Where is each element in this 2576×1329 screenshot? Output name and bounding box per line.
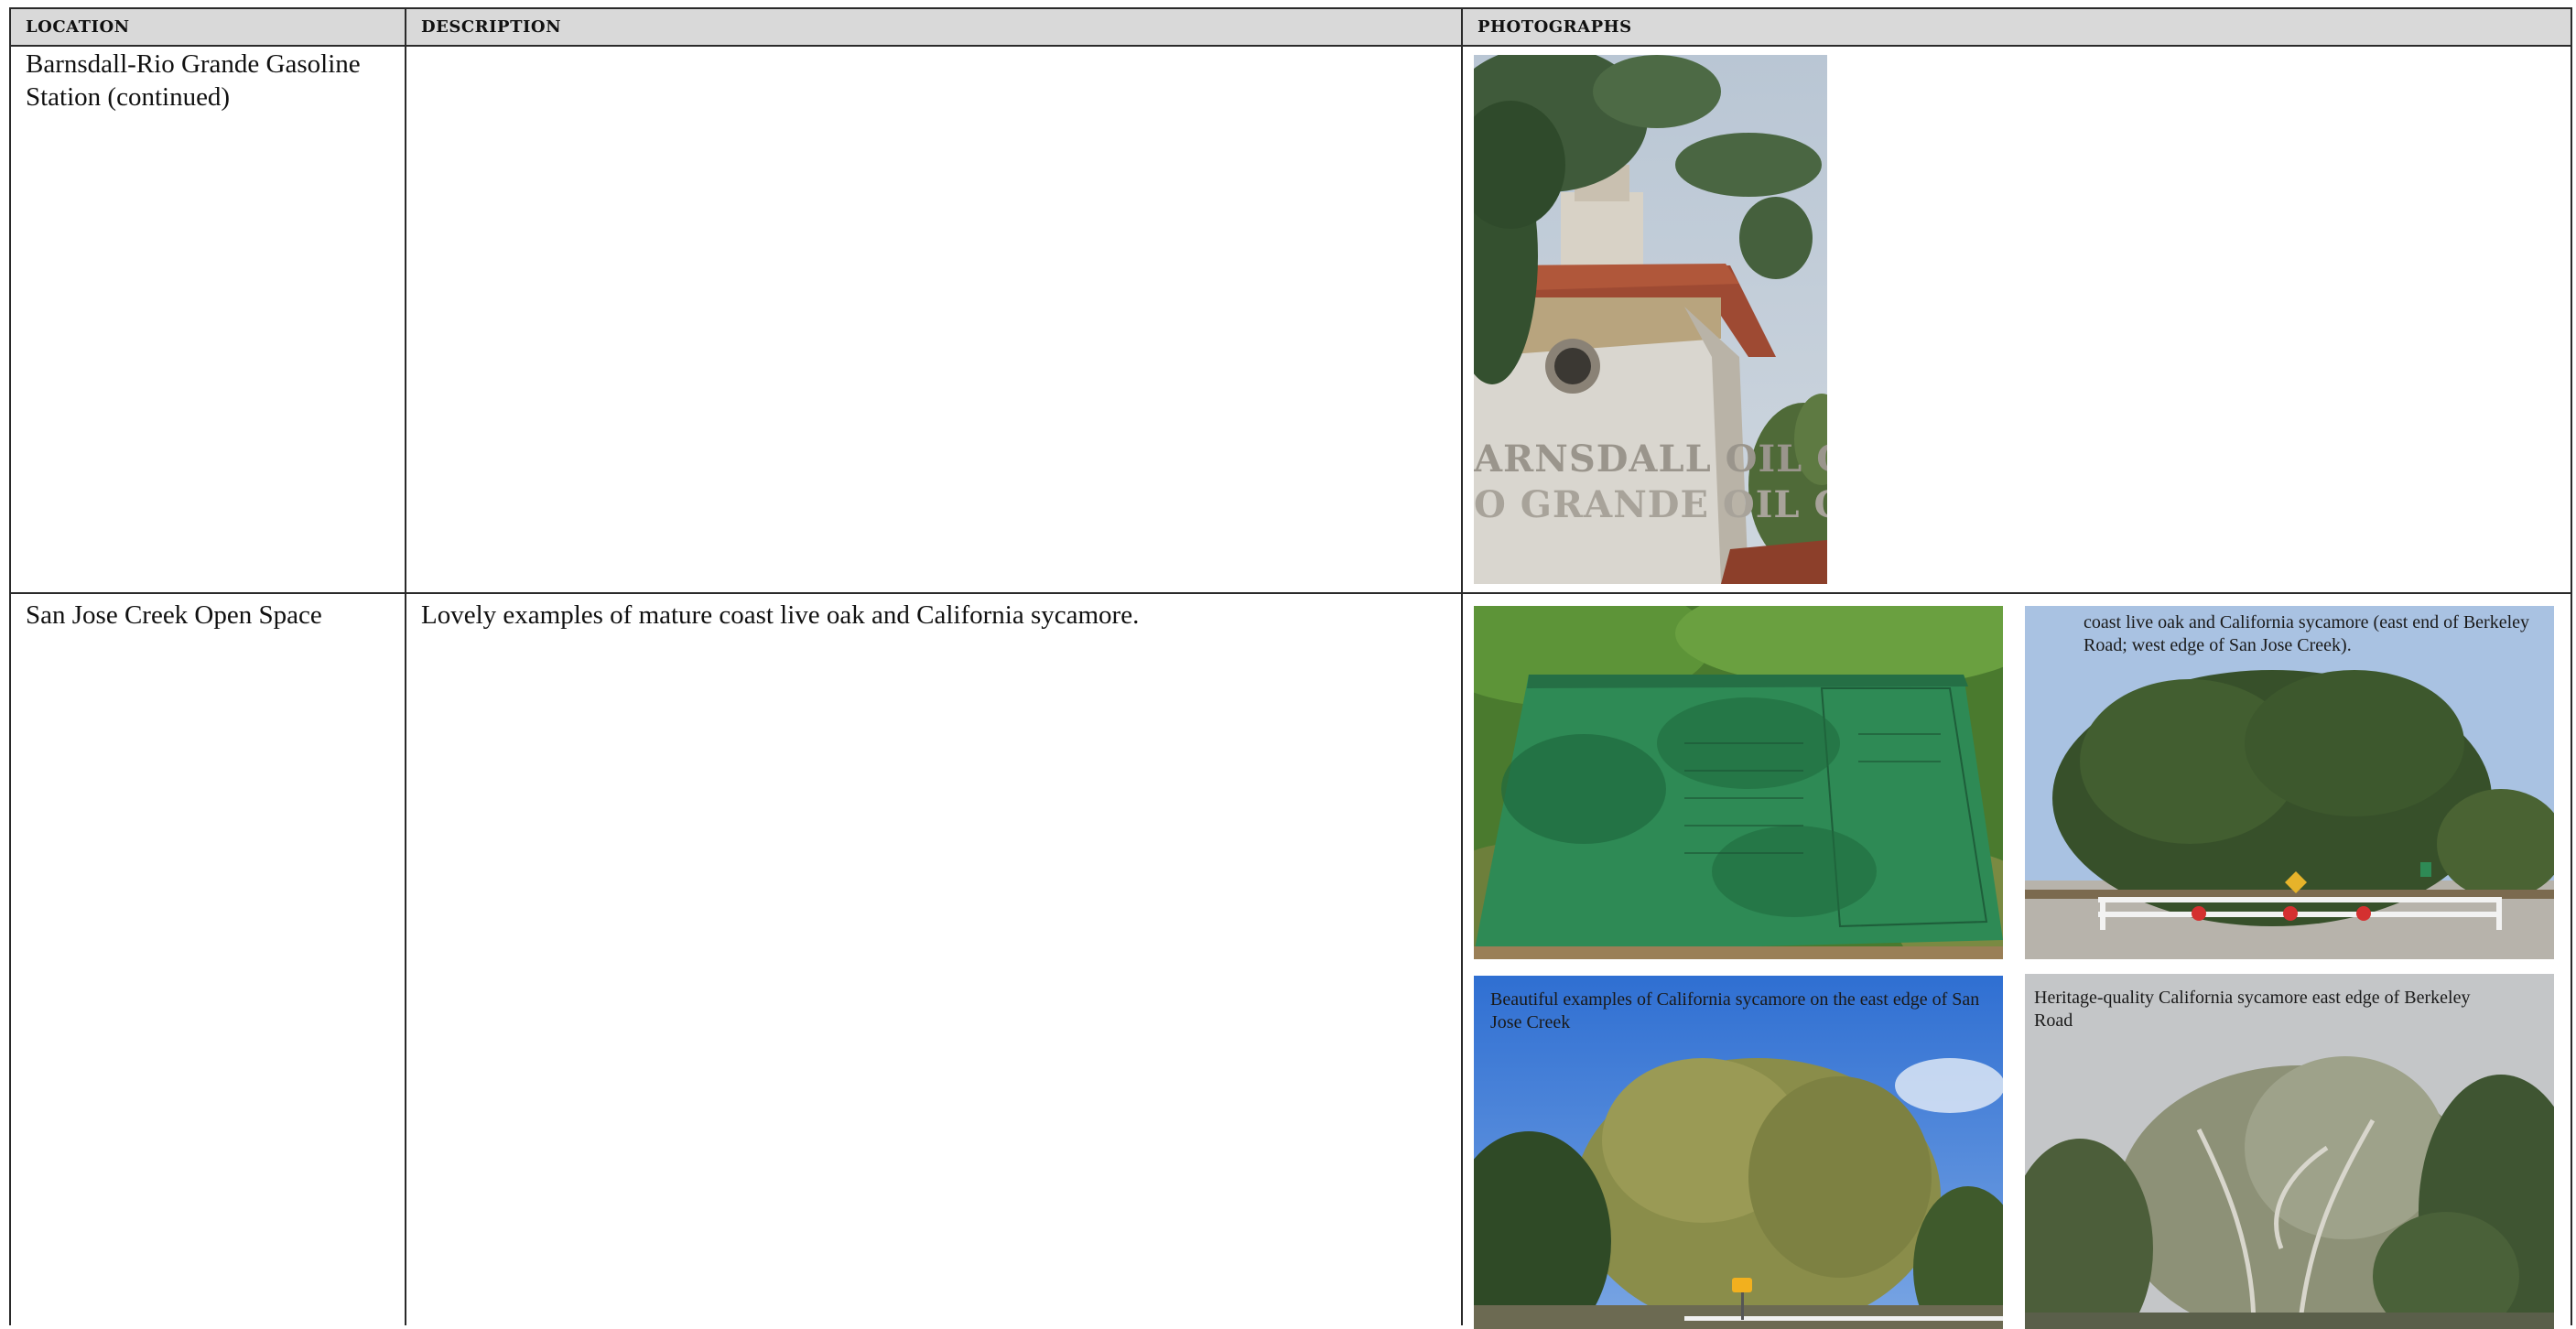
interpretive-sign-photo (1474, 606, 2003, 959)
sycamore-creek-caption: Beautiful examples of California sycamor… (1490, 989, 1980, 1032)
svg-text:O GRANDE OIL CO.: O GRANDE OIL CO. (1474, 483, 1827, 526)
column-divider (405, 9, 406, 1325)
description-column-header: DESCRIPTION (421, 17, 562, 37)
oak-tree-caption: coast live oak and California sycamore (… (2084, 612, 2530, 655)
heritage-sycamore-caption: Heritage-quality California sycamore eas… (2034, 988, 2471, 1031)
gas-station-tower-photo: ARNSDALL OIL CO. O GRANDE OIL CO. (1474, 55, 1827, 584)
column-divider (1461, 9, 1463, 1325)
heritage-sycamore-photo: Heritage-quality California sycamore eas… (2025, 974, 2554, 1329)
svg-text:ARNSDALL OIL CO.: ARNSDALL OIL CO. (1474, 438, 1827, 481)
row-2-description: Lovely examples of mature coast live oak… (421, 600, 1140, 630)
location-column-header: LOCATION (26, 17, 130, 37)
photographs-column-header: PHOTOGRAPHS (1477, 17, 1632, 37)
row-1-location: Barnsdall-Rio Grande Gasoline Station (c… (26, 49, 361, 112)
sycamore-creek-photo: Beautiful examples of California sycamor… (1474, 976, 2003, 1329)
table-header: LOCATION DESCRIPTION PHOTOGRAPHS (11, 9, 2571, 47)
row-2-location: San Jose Creek Open Space (26, 600, 322, 630)
row-divider (11, 592, 2571, 594)
inventory-table: LOCATION DESCRIPTION PHOTOGRAPHS Barnsda… (9, 7, 2572, 1329)
oak-tree-road-photo: coast live oak and California sycamore (… (2025, 606, 2554, 959)
